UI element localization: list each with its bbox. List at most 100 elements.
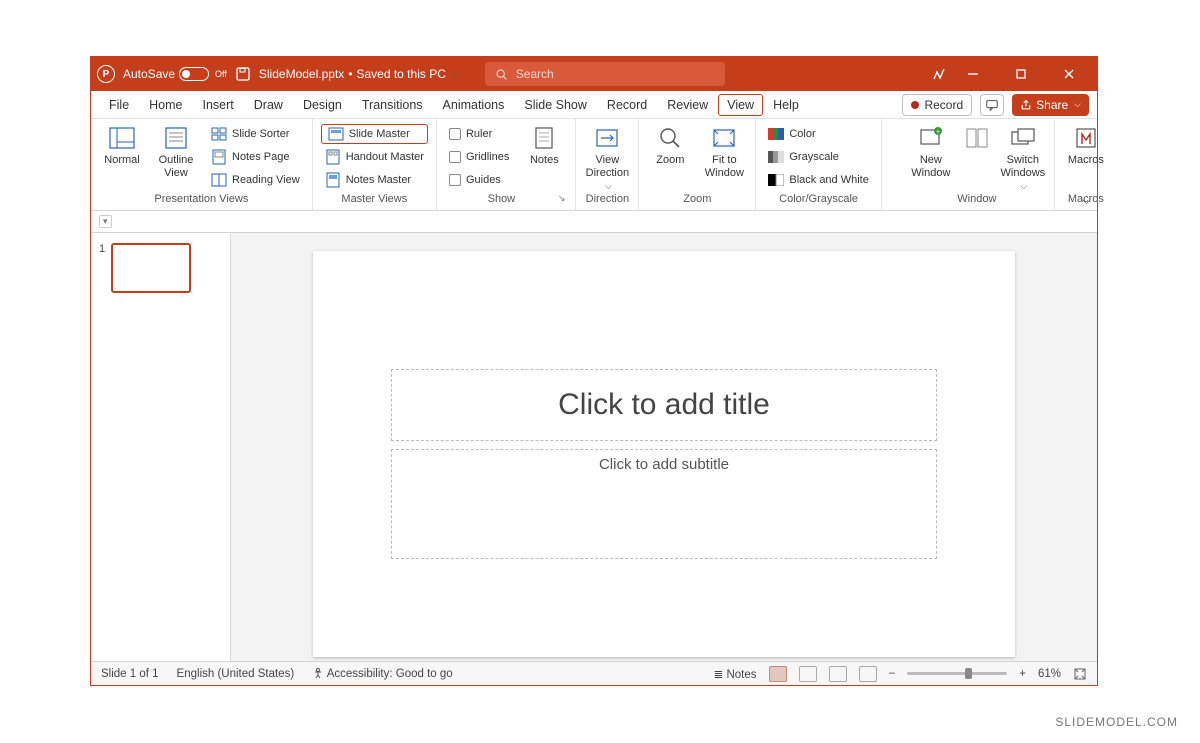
title-placeholder[interactable]: Click to add title bbox=[391, 369, 937, 441]
document-title[interactable]: SlideModel.pptx • Saved to this PC ⌵ bbox=[259, 67, 459, 81]
slideshow-view-statusbtn[interactable] bbox=[859, 666, 877, 682]
slide-counter[interactable]: Slide 1 of 1 bbox=[101, 668, 159, 680]
dialog-launcher-icon[interactable]: ↘ bbox=[558, 193, 568, 204]
ribbon: Normal Outline View Slide Sorter Notes P… bbox=[91, 119, 1097, 211]
quick-access-row: ▾ bbox=[91, 211, 1097, 233]
app-window: P AutoSave Off SlideModel.pptx • Saved t… bbox=[90, 56, 1098, 686]
status-bar: Slide 1 of 1 English (United States) Acc… bbox=[91, 661, 1097, 685]
notes-master-button[interactable]: Notes Master bbox=[321, 170, 428, 190]
guides-checkbox[interactable]: Guides bbox=[445, 170, 513, 190]
outline-view-icon bbox=[162, 124, 190, 152]
tab-insert[interactable]: Insert bbox=[193, 91, 244, 118]
outline-view-button[interactable]: Outline View bbox=[153, 122, 199, 179]
fit-to-window-button[interactable]: Fit to Window bbox=[701, 122, 747, 179]
checkbox-icon bbox=[449, 174, 461, 186]
sorter-view-statusbtn[interactable] bbox=[799, 666, 817, 682]
tab-slideshow[interactable]: Slide Show bbox=[514, 91, 597, 118]
share-button[interactable]: Share⌵ bbox=[1012, 94, 1089, 116]
tab-file[interactable]: File bbox=[99, 91, 139, 118]
tab-design[interactable]: Design bbox=[293, 91, 352, 118]
group-color-grayscale: Color Grayscale Black and White Color/Gr… bbox=[756, 119, 881, 210]
slide-master-icon bbox=[328, 126, 344, 142]
slide-sorter-button[interactable]: Slide Sorter bbox=[207, 124, 304, 144]
ruler-checkbox[interactable]: Ruler bbox=[445, 124, 513, 144]
search-input[interactable]: Search bbox=[485, 62, 725, 86]
new-window-button[interactable]: + New Window bbox=[908, 122, 954, 179]
zoom-slider[interactable] bbox=[907, 672, 1007, 675]
group-master-views: Slide Master Handout Master Notes Master… bbox=[313, 119, 437, 210]
tab-draw[interactable]: Draw bbox=[244, 91, 293, 118]
checkbox-icon bbox=[449, 128, 461, 140]
group-zoom: Zoom Fit to Window Zoom bbox=[639, 119, 756, 210]
workspace: 1 Click to add title Click to add subtit… bbox=[91, 233, 1097, 661]
group-window: + New Window Switch Windows⌵ Window bbox=[900, 119, 1055, 210]
handout-master-icon bbox=[325, 149, 341, 165]
notes-button[interactable]: Notes bbox=[521, 122, 567, 167]
group-direction: View Direction⌵ Direction bbox=[576, 119, 639, 210]
slide-number: 1 bbox=[99, 243, 105, 293]
zoom-out-button[interactable]: − bbox=[889, 668, 896, 680]
handout-master-button[interactable]: Handout Master bbox=[321, 147, 428, 167]
ribbon-tabs: File Home Insert Draw Design Transitions… bbox=[91, 91, 1097, 119]
title-bar: P AutoSave Off SlideModel.pptx • Saved t… bbox=[91, 57, 1097, 91]
save-button[interactable] bbox=[235, 66, 251, 82]
direction-icon bbox=[593, 124, 621, 152]
tab-record[interactable]: Record bbox=[597, 91, 657, 118]
comments-button[interactable] bbox=[980, 94, 1004, 116]
record-button[interactable]: Record bbox=[902, 94, 972, 116]
arrange-icon bbox=[963, 124, 991, 152]
slide-canvas-area[interactable]: Click to add title Click to add subtitle bbox=[231, 233, 1097, 661]
notes-master-icon bbox=[325, 172, 341, 188]
color-icon bbox=[768, 126, 784, 142]
collapse-ribbon-button[interactable]: ⌵ bbox=[1082, 193, 1091, 208]
zoom-button[interactable]: Zoom bbox=[647, 122, 693, 167]
zoom-level[interactable]: 61% bbox=[1038, 668, 1061, 680]
autosave-toggle[interactable]: AutoSave Off bbox=[123, 67, 227, 81]
notes-page-button[interactable]: Notes Page bbox=[207, 147, 304, 167]
grayscale-button[interactable]: Grayscale bbox=[764, 147, 872, 167]
slide-thumbnail-1[interactable] bbox=[111, 243, 191, 293]
share-icon bbox=[1020, 99, 1032, 111]
subtitle-placeholder[interactable]: Click to add subtitle bbox=[391, 449, 937, 559]
reading-view-button[interactable]: Reading View bbox=[207, 170, 304, 190]
accessibility-icon bbox=[312, 667, 324, 679]
reading-view-statusbtn[interactable] bbox=[829, 666, 847, 682]
tab-help[interactable]: Help bbox=[763, 91, 809, 118]
macros-button[interactable]: Macros bbox=[1063, 122, 1109, 167]
tab-animations[interactable]: Animations bbox=[433, 91, 515, 118]
tab-transitions[interactable]: Transitions bbox=[352, 91, 433, 118]
close-button[interactable] bbox=[1063, 68, 1091, 80]
view-direction-button[interactable]: View Direction⌵ bbox=[584, 122, 630, 192]
tab-review[interactable]: Review bbox=[657, 91, 718, 118]
watermark: SLIDEMODEL.COM bbox=[1055, 715, 1178, 729]
coming-soon-icon[interactable] bbox=[931, 66, 947, 82]
new-window-icon: + bbox=[917, 124, 945, 152]
arrange-all-button[interactable] bbox=[962, 122, 992, 152]
tab-view[interactable]: View bbox=[718, 94, 763, 116]
group-show: Ruler Gridlines Guides Notes Show↘ bbox=[437, 119, 576, 210]
minimize-button[interactable] bbox=[967, 68, 995, 80]
powerpoint-icon: P bbox=[97, 65, 115, 83]
zoom-icon bbox=[656, 124, 684, 152]
slide-master-button[interactable]: Slide Master bbox=[321, 124, 428, 144]
maximize-button[interactable] bbox=[1015, 68, 1043, 80]
black-white-button[interactable]: Black and White bbox=[764, 170, 872, 190]
notes-icon bbox=[530, 124, 558, 152]
slide-canvas[interactable]: Click to add title Click to add subtitle bbox=[313, 251, 1015, 657]
svg-text:+: + bbox=[936, 129, 940, 136]
normal-view-statusbtn[interactable] bbox=[769, 666, 787, 682]
zoom-in-button[interactable]: + bbox=[1019, 668, 1026, 680]
accessibility-status[interactable]: Accessibility: Good to go bbox=[312, 667, 452, 680]
slide-sorter-icon bbox=[211, 126, 227, 142]
customize-qat-button[interactable]: ▾ bbox=[99, 215, 112, 228]
reading-view-icon bbox=[211, 172, 227, 188]
color-button[interactable]: Color bbox=[764, 124, 872, 144]
chevron-down-icon: ⌵ bbox=[452, 69, 459, 80]
tab-home[interactable]: Home bbox=[139, 91, 192, 118]
gridlines-checkbox[interactable]: Gridlines bbox=[445, 147, 513, 167]
fit-to-window-statusbtn[interactable] bbox=[1073, 667, 1087, 681]
switch-windows-button[interactable]: Switch Windows⌵ bbox=[1000, 122, 1046, 192]
notes-toggle[interactable]: ≣ Notes bbox=[714, 667, 757, 681]
normal-button[interactable]: Normal bbox=[99, 122, 145, 167]
language-status[interactable]: English (United States) bbox=[177, 668, 295, 680]
